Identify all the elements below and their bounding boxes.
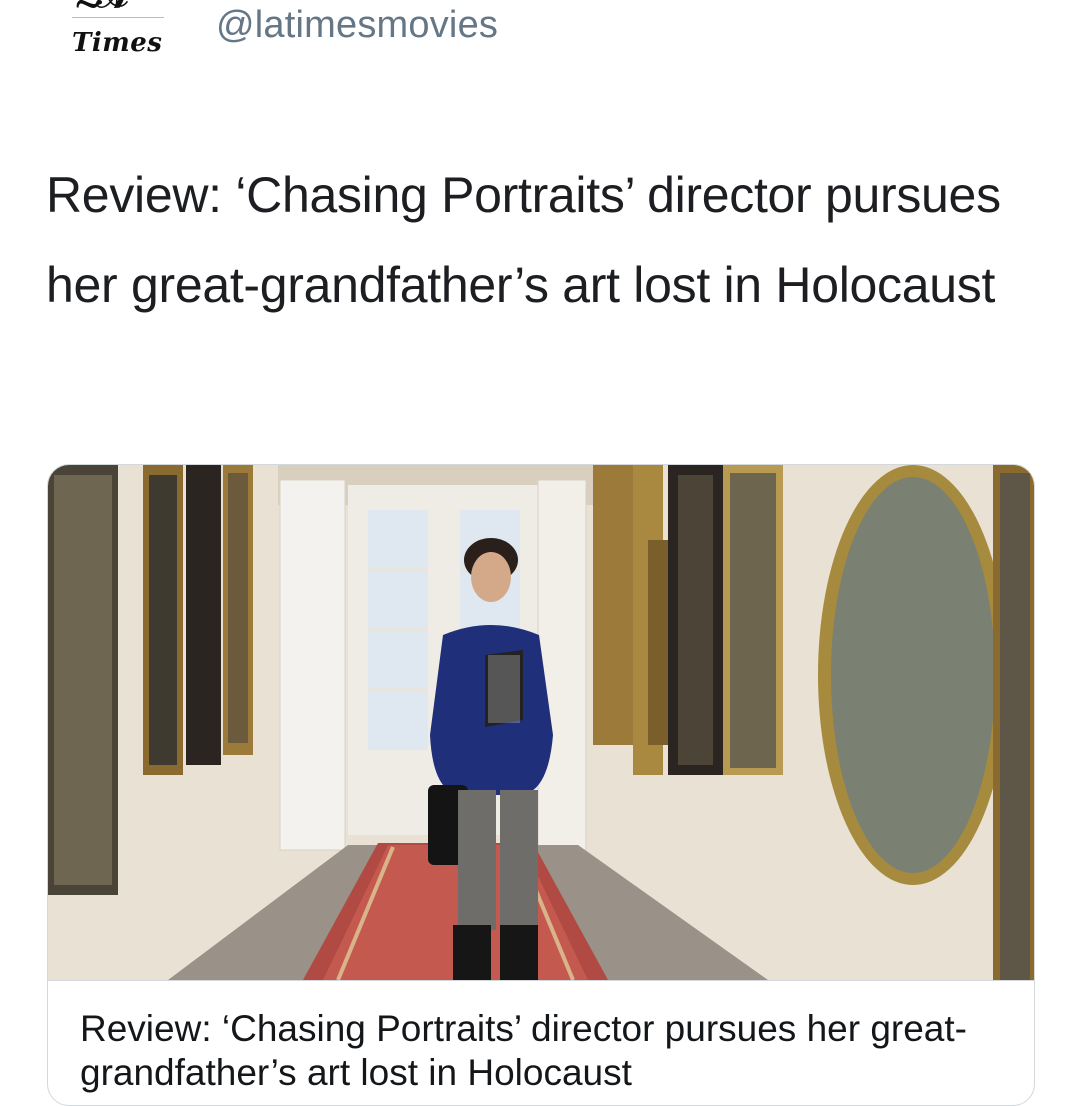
logo-mark: ℒ𝒜 [76,0,166,8]
tweet-header: ℒ𝒜 Times @latimesmovies [0,0,1080,110]
hallway-with-portraits-photo [48,465,1034,980]
card-title[interactable]: Review: ‘Chasing Portraits’ director pur… [80,1007,1010,1095]
card-image[interactable] [48,465,1034,980]
link-preview-card[interactable]: Review: ‘Chasing Portraits’ director pur… [47,464,1035,1106]
logo-wordmark: Times [72,28,163,58]
account-handle[interactable]: @latimesmovies [216,4,498,47]
tweet-text: Review: ‘Chasing Portraits’ director pur… [46,167,1001,313]
logo-divider [72,17,164,18]
la-times-logo[interactable]: ℒ𝒜 Times [64,0,174,70]
card-divider [48,980,1034,981]
